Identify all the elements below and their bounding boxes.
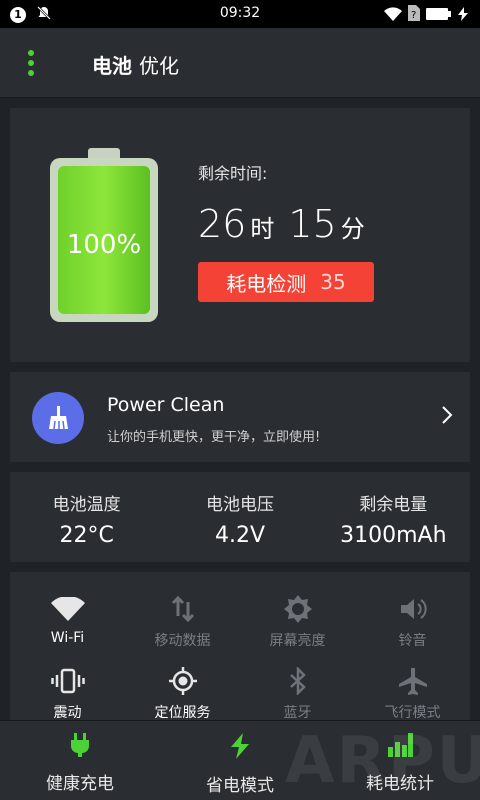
remaining-hours: 26 bbox=[198, 202, 247, 246]
mobile-data-icon bbox=[125, 594, 240, 624]
toggle-wifi[interactable]: Wi-Fi bbox=[10, 594, 125, 646]
stat-label: 剩余电量 bbox=[359, 495, 428, 515]
battery-percent: 100% bbox=[66, 230, 142, 260]
toggle-brightness[interactable]: 屏幕亮度 bbox=[240, 594, 355, 650]
broom-icon bbox=[32, 392, 84, 444]
stat-temperature: 电池温度 22°C bbox=[10, 472, 163, 562]
app-bar: 电池 优化 bbox=[0, 28, 480, 98]
stat-label: 电池电压 bbox=[205, 495, 274, 515]
power-clean-subtitle: 让你的手机更快，更干净，立即使用! bbox=[107, 430, 321, 445]
hours-unit: 时 bbox=[250, 215, 275, 243]
detect-count: 35 bbox=[320, 270, 346, 294]
toggle-label: 铃音 bbox=[398, 633, 427, 649]
wifi-status-icon bbox=[384, 6, 402, 25]
toggle-label: 定位服务 bbox=[154, 705, 211, 721]
minutes-unit: 分 bbox=[340, 215, 365, 243]
vibrate-icon bbox=[10, 666, 125, 696]
status-bar: 1 09:32 ? bbox=[0, 0, 480, 28]
battery-stats-card: 电池温度 22°C 电池电压 4.2V 剩余电量 3100mAh bbox=[10, 472, 470, 562]
nav-label: 健康充电 bbox=[46, 774, 114, 794]
battery-body: 100% bbox=[50, 158, 158, 322]
power-clean-title: Power Clean bbox=[107, 394, 225, 416]
stat-value: 3100mAh bbox=[340, 523, 447, 548]
watermark-text: ARPUN bbox=[285, 724, 480, 798]
battery-cap bbox=[88, 148, 120, 158]
svg-text:?: ? bbox=[411, 10, 416, 21]
toggle-ringtone[interactable]: 铃音 bbox=[355, 594, 470, 650]
stat-label: 电池温度 bbox=[52, 495, 121, 515]
toggle-label: 震动 bbox=[53, 705, 82, 721]
stat-voltage: 电池电压 4.2V bbox=[163, 472, 316, 562]
toggle-label: 屏幕亮度 bbox=[269, 633, 326, 649]
toggle-airplane[interactable]: 飞行模式 bbox=[355, 666, 470, 722]
airplane-icon bbox=[355, 666, 470, 696]
plug-icon bbox=[0, 733, 160, 761]
nav-healthy-charging[interactable]: 健康充电 bbox=[0, 721, 160, 800]
stat-value: 4.2V bbox=[214, 523, 266, 548]
sim-icon: ? bbox=[408, 5, 420, 25]
toggle-label: 蓝牙 bbox=[283, 705, 312, 721]
menu-icon[interactable] bbox=[28, 50, 36, 78]
remaining-time: 26 时 15 分 bbox=[198, 202, 375, 246]
location-icon bbox=[125, 666, 240, 696]
battery-gauge: 100% bbox=[50, 148, 158, 322]
detect-label: 耗电检测 bbox=[226, 271, 307, 296]
power-drain-detect-button[interactable]: 耗电检测 35 bbox=[198, 262, 374, 302]
toggle-label: 飞行模式 bbox=[384, 705, 441, 721]
toggle-label: 移动数据 bbox=[154, 633, 211, 649]
battery-status-icon bbox=[426, 6, 452, 25]
page-title-sub: 优化 bbox=[138, 54, 179, 78]
power-clean-card[interactable]: Power Clean 让你的手机更快，更干净，立即使用! bbox=[10, 372, 470, 462]
charging-icon bbox=[458, 6, 468, 25]
toggle-label: Wi-Fi bbox=[50, 630, 85, 646]
chevron-right-icon bbox=[440, 404, 454, 430]
toggle-bluetooth[interactable]: 蓝牙 bbox=[240, 666, 355, 722]
volume-icon bbox=[355, 594, 470, 624]
toggle-location[interactable]: 定位服务 bbox=[125, 666, 240, 722]
toggle-vibrate[interactable]: 震动 bbox=[10, 666, 125, 722]
stat-value: 22°C bbox=[59, 523, 114, 548]
remaining-minutes: 15 bbox=[288, 202, 337, 246]
remaining-time-label: 剩余时间: bbox=[198, 164, 268, 183]
stat-capacity: 剩余电量 3100mAh bbox=[317, 472, 470, 562]
bluetooth-icon bbox=[240, 666, 355, 696]
page-title: 电池 优化 bbox=[92, 50, 179, 79]
page-title-main: 电池 bbox=[92, 54, 132, 78]
battery-status-card: 100% 剩余时间: 26 时 15 分 耗电检测 35 bbox=[10, 108, 470, 362]
toggle-mobile-data[interactable]: 移动数据 bbox=[125, 594, 240, 650]
brightness-icon bbox=[240, 594, 355, 624]
wifi-icon bbox=[10, 594, 125, 624]
quick-toggles-card: Wi-Fi 移动数据 屏幕亮度 铃音 震动 定位服务 蓝牙 飞行模式 bbox=[10, 572, 470, 722]
